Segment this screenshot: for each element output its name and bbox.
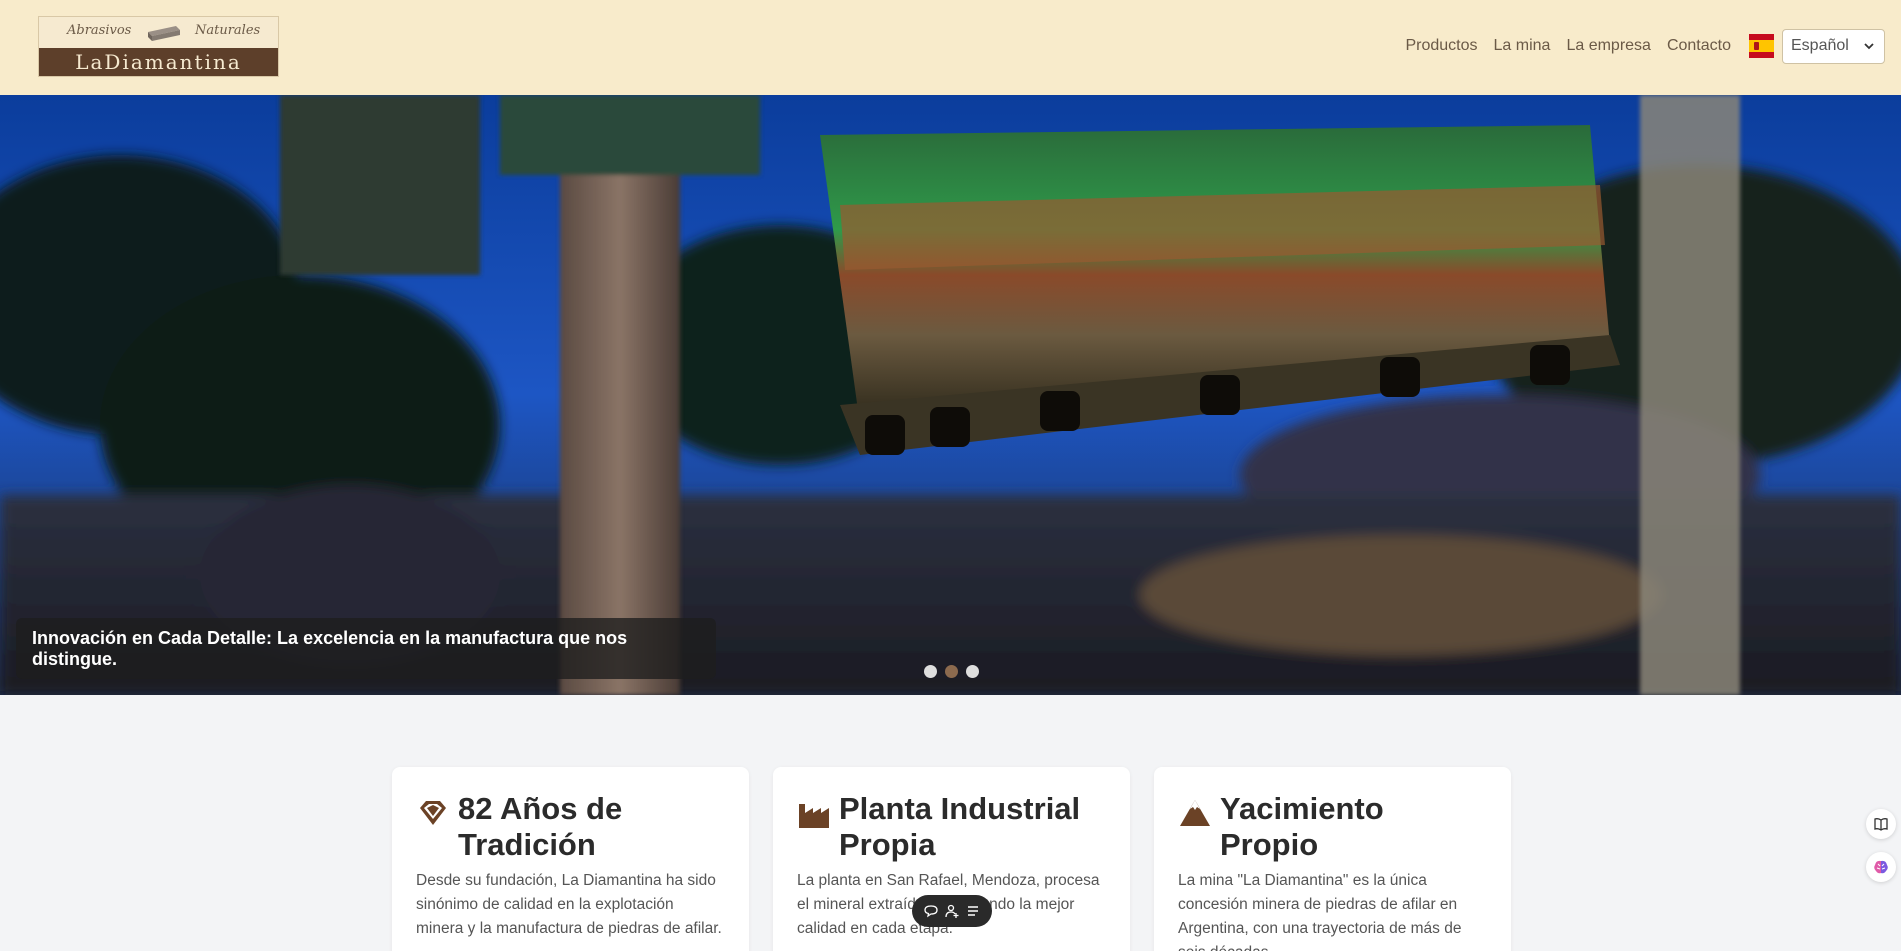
logo-wordmark: LaDiamantina xyxy=(75,50,242,74)
hero-image xyxy=(0,95,1901,695)
main-nav: Productos La mina La empresa Contacto Es… xyxy=(1405,28,1885,64)
card-title: 82 Años de Tradición xyxy=(458,791,623,862)
card-title: Planta Industrial Propia xyxy=(839,791,1081,862)
hero-carousel[interactable]: Innovación en Cada Detalle: La excelenci… xyxy=(0,95,1901,695)
book-icon xyxy=(1874,818,1888,831)
list-icon[interactable] xyxy=(965,903,981,919)
brain-icon xyxy=(1874,860,1888,874)
sharpening-stone-icon xyxy=(148,26,180,41)
nav-link-productos[interactable]: Productos xyxy=(1405,37,1477,55)
card-body: La mina "La Diamantina" es la única conc… xyxy=(1178,872,1462,951)
nav-link-la-empresa[interactable]: La empresa xyxy=(1566,37,1651,55)
book-icon-button[interactable] xyxy=(1866,809,1896,839)
spain-flag-icon xyxy=(1749,34,1774,58)
carousel-dot-1[interactable] xyxy=(924,665,937,678)
card-body: Desde su fundación, La Diamantina ha sid… xyxy=(416,872,722,937)
chevron-down-icon xyxy=(1864,42,1874,49)
feature-card-tradition: 82 Años de Tradición Desde su fundación,… xyxy=(392,767,749,951)
language-select[interactable]: Español xyxy=(1782,28,1885,64)
brand-logo[interactable]: Abrasivos Naturales LaDiamantina xyxy=(38,16,279,77)
feature-card-deposit: Yacimiento Propio La mina "La Diamantina… xyxy=(1154,767,1511,951)
hero-caption: Innovación en Cada Detalle: La excelenci… xyxy=(16,618,716,679)
language-select-value: Español xyxy=(1791,37,1849,54)
floating-toolbar xyxy=(912,895,992,927)
carousel-indicators xyxy=(924,665,979,678)
brain-icon-button[interactable] xyxy=(1866,852,1896,882)
mountain-icon xyxy=(1180,800,1210,826)
hero-caption-text: Innovación en Cada Detalle: La excelenci… xyxy=(32,627,628,669)
card-title: Yacimiento Propio xyxy=(1220,791,1384,862)
factory-icon xyxy=(799,804,829,828)
logo-script-right: Naturales xyxy=(195,23,261,38)
nav-link-contacto[interactable]: Contacto xyxy=(1667,37,1731,55)
logo-script-left: Abrasivos xyxy=(67,23,132,38)
user-add-icon[interactable] xyxy=(944,903,960,919)
chat-icon[interactable] xyxy=(923,903,939,919)
carousel-dot-2[interactable] xyxy=(945,665,958,678)
diamond-icon xyxy=(420,801,446,825)
nav-link-la-mina[interactable]: La mina xyxy=(1494,37,1551,55)
carousel-dot-3[interactable] xyxy=(966,665,979,678)
site-header: Abrasivos Naturales LaDiamantina Product… xyxy=(0,0,1901,95)
